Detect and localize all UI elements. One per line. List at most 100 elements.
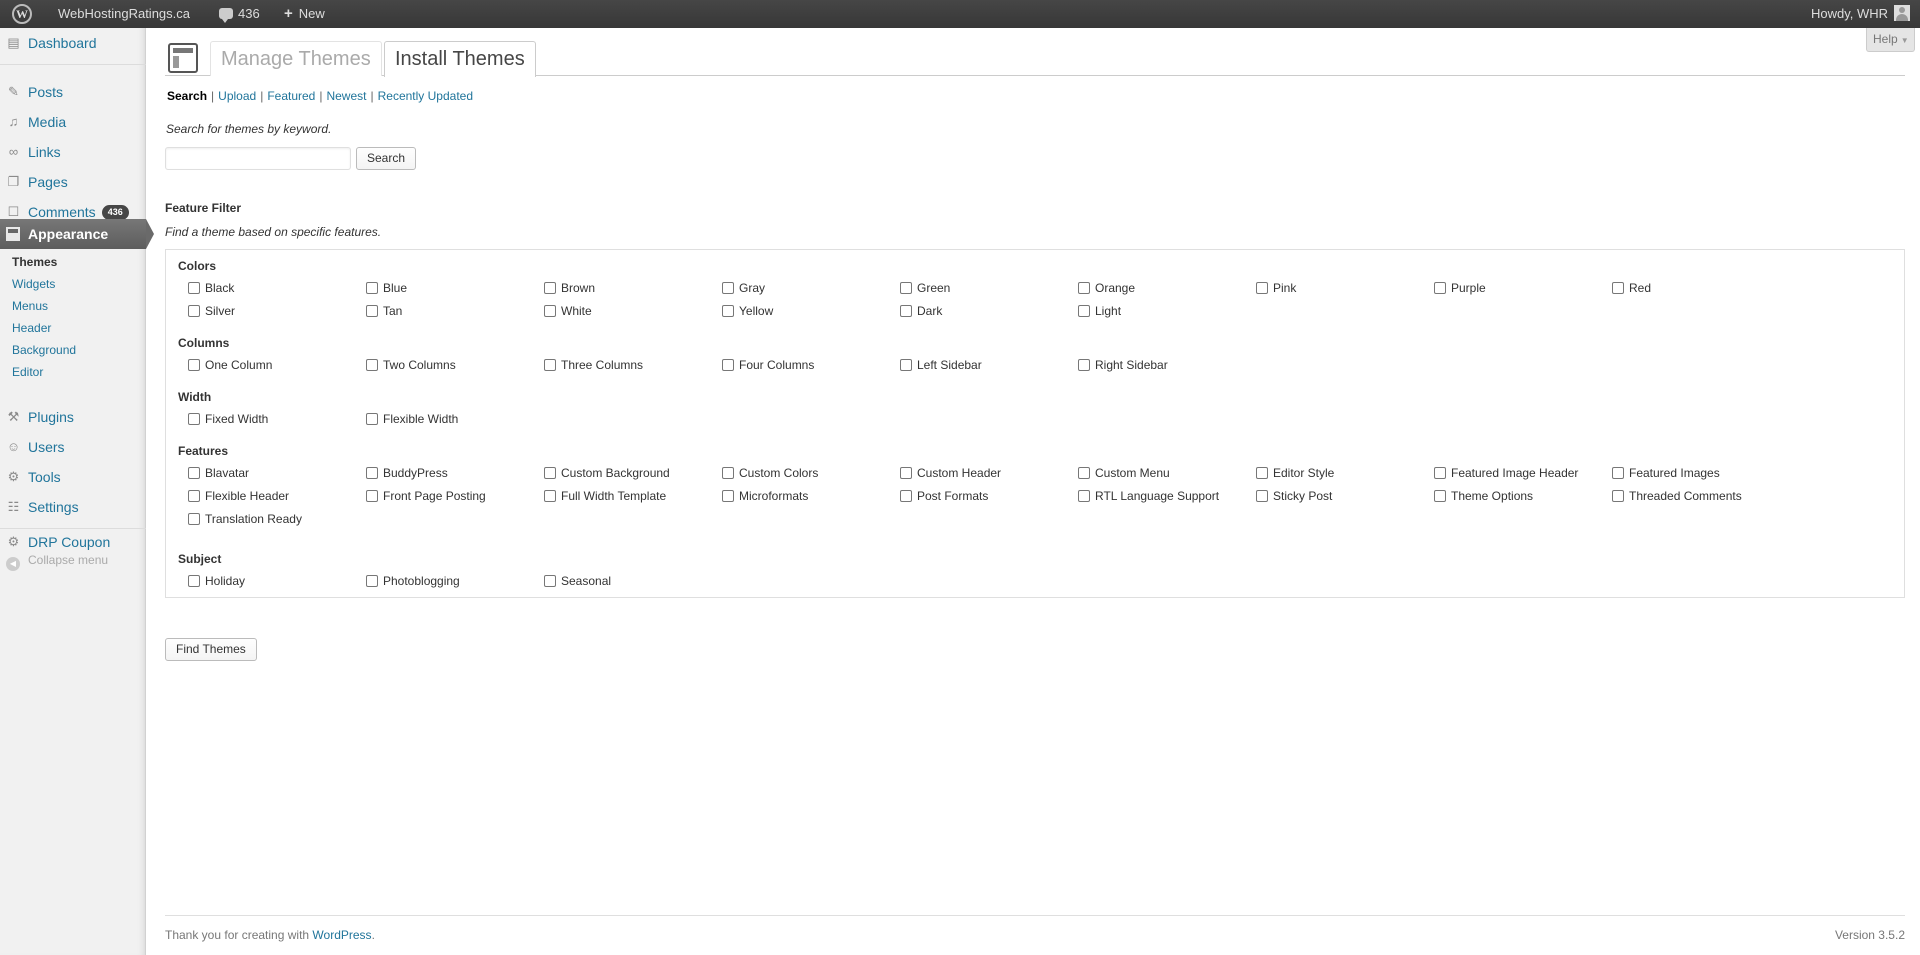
tab-manage-themes[interactable]: Manage Themes: [210, 41, 382, 76]
subnav-newest[interactable]: Newest: [326, 89, 366, 103]
filter-checkbox-purple[interactable]: Purple: [1434, 281, 1486, 295]
checkbox-box[interactable]: [1434, 467, 1446, 479]
filter-checkbox-green[interactable]: Green: [900, 281, 950, 295]
checkbox-box[interactable]: [900, 359, 912, 371]
checkbox-box[interactable]: [1256, 490, 1268, 502]
checkbox-box[interactable]: [722, 490, 734, 502]
checkbox-box[interactable]: [188, 467, 200, 479]
filter-checkbox-blue[interactable]: Blue: [366, 281, 407, 295]
checkbox-box[interactable]: [544, 359, 556, 371]
checkbox-box[interactable]: [900, 467, 912, 479]
checkbox-box[interactable]: [1434, 282, 1446, 294]
submenu-item-editor[interactable]: Editor: [12, 361, 43, 383]
sidebar-item-posts[interactable]: ✎ Posts: [0, 78, 146, 106]
filter-checkbox-red[interactable]: Red: [1612, 281, 1651, 295]
filter-checkbox-two-columns[interactable]: Two Columns: [366, 358, 456, 372]
filter-checkbox-right-sidebar[interactable]: Right Sidebar: [1078, 358, 1168, 372]
checkbox-box[interactable]: [1078, 490, 1090, 502]
sidebar-item-pages[interactable]: ❐ Pages: [0, 168, 146, 196]
checkbox-box[interactable]: [1612, 282, 1624, 294]
filter-checkbox-seasonal[interactable]: Seasonal: [544, 574, 611, 588]
checkbox-box[interactable]: [1078, 359, 1090, 371]
checkbox-box[interactable]: [1078, 305, 1090, 317]
checkbox-box[interactable]: [366, 282, 378, 294]
checkbox-box[interactable]: [544, 575, 556, 587]
checkbox-box[interactable]: [366, 467, 378, 479]
subnav-upload[interactable]: Upload: [218, 89, 256, 103]
filter-checkbox-microformats[interactable]: Microformats: [722, 489, 808, 503]
checkbox-box[interactable]: [1434, 490, 1446, 502]
site-name-link[interactable]: WebHostingRatings.ca: [58, 0, 190, 28]
filter-checkbox-black[interactable]: Black: [188, 281, 234, 295]
checkbox-box[interactable]: [188, 513, 200, 525]
search-button[interactable]: Search: [356, 147, 417, 170]
user-account-menu[interactable]: Howdy, WHR: [1811, 0, 1910, 28]
checkbox-box[interactable]: [366, 575, 378, 587]
filter-checkbox-editor-style[interactable]: Editor Style: [1256, 466, 1334, 480]
filter-checkbox-orange[interactable]: Orange: [1078, 281, 1135, 295]
checkbox-box[interactable]: [366, 359, 378, 371]
filter-checkbox-rtl-language-support[interactable]: RTL Language Support: [1078, 489, 1219, 503]
sidebar-item-dashboard[interactable]: ▤ Dashboard: [0, 29, 146, 57]
filter-checkbox-silver[interactable]: Silver: [188, 304, 235, 318]
filter-checkbox-left-sidebar[interactable]: Left Sidebar: [900, 358, 982, 372]
filter-checkbox-four-columns[interactable]: Four Columns: [722, 358, 814, 372]
checkbox-box[interactable]: [188, 490, 200, 502]
checkbox-box[interactable]: [1078, 282, 1090, 294]
checkbox-box[interactable]: [188, 359, 200, 371]
filter-checkbox-three-columns[interactable]: Three Columns: [544, 358, 643, 372]
checkbox-box[interactable]: [1612, 467, 1624, 479]
filter-checkbox-full-width-template[interactable]: Full Width Template: [544, 489, 666, 503]
checkbox-box[interactable]: [188, 282, 200, 294]
checkbox-box[interactable]: [1612, 490, 1624, 502]
submenu-item-menus[interactable]: Menus: [12, 295, 48, 317]
checkbox-box[interactable]: [1078, 467, 1090, 479]
checkbox-box[interactable]: [544, 282, 556, 294]
filter-checkbox-featured-image-header[interactable]: Featured Image Header: [1434, 466, 1578, 480]
checkbox-box[interactable]: [900, 490, 912, 502]
filter-checkbox-pink[interactable]: Pink: [1256, 281, 1296, 295]
filter-checkbox-photoblogging[interactable]: Photoblogging: [366, 574, 460, 588]
filter-checkbox-blavatar[interactable]: Blavatar: [188, 466, 249, 480]
checkbox-box[interactable]: [1256, 282, 1268, 294]
checkbox-box[interactable]: [900, 305, 912, 317]
checkbox-box[interactable]: [544, 305, 556, 317]
filter-checkbox-sticky-post[interactable]: Sticky Post: [1256, 489, 1332, 503]
checkbox-box[interactable]: [188, 575, 200, 587]
checkbox-box[interactable]: [722, 282, 734, 294]
sidebar-item-links[interactable]: ∞ Links: [0, 138, 146, 166]
subnav-recently-updated[interactable]: Recently Updated: [378, 89, 473, 103]
submenu-item-header[interactable]: Header: [12, 317, 51, 339]
new-content-link[interactable]: + New: [284, 0, 325, 28]
checkbox-box[interactable]: [366, 305, 378, 317]
filter-checkbox-dark[interactable]: Dark: [900, 304, 942, 318]
help-tab-button[interactable]: Help ▼: [1866, 28, 1915, 52]
tab-install-themes[interactable]: Install Themes: [384, 41, 536, 77]
submenu-item-widgets[interactable]: Widgets: [12, 273, 55, 295]
checkbox-box[interactable]: [900, 282, 912, 294]
filter-checkbox-theme-options[interactable]: Theme Options: [1434, 489, 1533, 503]
submenu-item-themes[interactable]: Themes: [12, 251, 57, 273]
filter-checkbox-custom-colors[interactable]: Custom Colors: [722, 466, 818, 480]
filter-checkbox-custom-menu[interactable]: Custom Menu: [1078, 466, 1170, 480]
filter-checkbox-front-page-posting[interactable]: Front Page Posting: [366, 489, 486, 503]
checkbox-box[interactable]: [544, 490, 556, 502]
find-themes-button[interactable]: Find Themes: [165, 638, 257, 661]
filter-checkbox-fixed-width[interactable]: Fixed Width: [188, 412, 268, 426]
filter-checkbox-flexible-width[interactable]: Flexible Width: [366, 412, 458, 426]
checkbox-box[interactable]: [366, 413, 378, 425]
checkbox-box[interactable]: [1256, 467, 1268, 479]
subnav-featured[interactable]: Featured: [267, 89, 315, 103]
filter-checkbox-flexible-header[interactable]: Flexible Header: [188, 489, 289, 503]
submenu-item-background[interactable]: Background: [12, 339, 76, 361]
sidebar-item-tools[interactable]: ⚙ Tools: [0, 463, 146, 491]
filter-checkbox-threaded-comments[interactable]: Threaded Comments: [1612, 489, 1742, 503]
comments-link[interactable]: 436: [219, 0, 260, 28]
sidebar-item-users[interactable]: ☺ Users: [0, 433, 146, 461]
filter-checkbox-translation-ready[interactable]: Translation Ready: [188, 512, 302, 526]
filter-checkbox-white[interactable]: White: [544, 304, 592, 318]
sidebar-item-plugins[interactable]: ⚒ Plugins: [0, 403, 146, 431]
subnav-search[interactable]: Search: [167, 89, 207, 103]
checkbox-box[interactable]: [544, 467, 556, 479]
filter-checkbox-holiday[interactable]: Holiday: [188, 574, 245, 588]
